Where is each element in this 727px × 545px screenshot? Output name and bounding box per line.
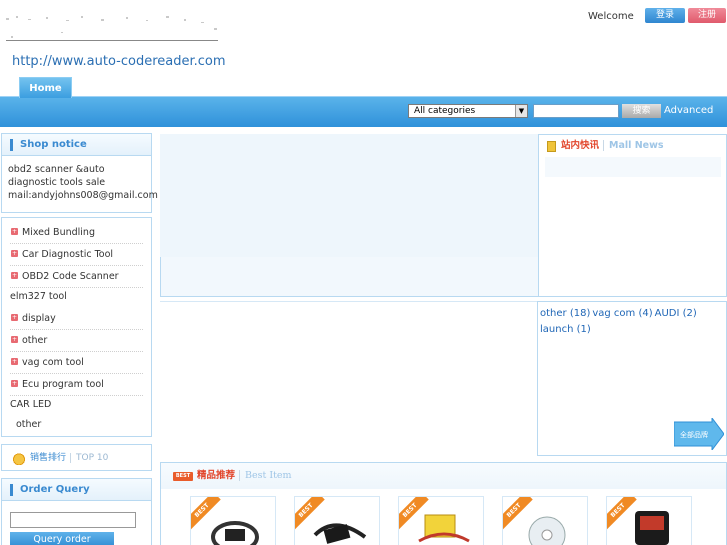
logo-divider [6, 40, 218, 41]
notice-line: diagnostic tools sale [8, 177, 106, 188]
chevron-down-icon[interactable]: ▼ [515, 105, 527, 117]
login-button[interactable]: 登录 [645, 8, 685, 23]
ranking-panel: 销售排行 TOP 10 [1, 444, 152, 471]
product-card[interactable]: BEST [606, 496, 692, 545]
order-query-input[interactable] [10, 512, 136, 528]
category-item[interactable]: + Car Diagnostic Tool [10, 244, 143, 266]
order-query-panel: Order Query Query order [1, 478, 152, 545]
brand-link[interactable]: AUDI (2) [655, 308, 697, 319]
query-order-button[interactable]: Query order [10, 532, 114, 545]
advanced-search-link[interactable]: Advanced [664, 105, 713, 116]
category-item[interactable]: + other [10, 330, 143, 352]
tab-home[interactable]: Home [19, 77, 72, 98]
category-item[interactable]: + Ecu program tool [10, 374, 143, 396]
category-item[interactable]: + OBD2 Code Scanner [10, 266, 143, 288]
notice-line: mail:andyjohns008@gmail.com [8, 190, 158, 201]
category-panel: + Mixed Bundling + Car Diagnostic Tool + OB… [1, 217, 152, 437]
shop-notice-panel: Shop notice obd2 scanner &auto diagnosti… [1, 133, 158, 213]
search-button[interactable]: 搜索 [622, 104, 661, 118]
best-tag-icon: BEST [173, 472, 193, 481]
category-item[interactable]: elm327 tool [10, 288, 143, 308]
plus-icon: + [11, 272, 18, 279]
ranking-header: 销售排行 TOP 10 [2, 445, 151, 471]
medal-icon [13, 451, 25, 465]
plus-icon: + [11, 380, 18, 387]
ranking-title: 销售排行 [30, 453, 67, 463]
all-brands-button[interactable]: 全部品牌 [674, 418, 724, 450]
brand-link[interactable]: launch (1) [540, 324, 591, 335]
brand-link[interactable]: other (18) [540, 308, 590, 319]
banner-image [160, 134, 539, 257]
product-card[interactable]: BEST [294, 496, 380, 545]
all-brands-label: 全部品牌 [680, 430, 708, 439]
best-item-title-en: Best Item [239, 470, 292, 481]
search-input[interactable] [533, 104, 619, 118]
product-card[interactable]: BEST [398, 496, 484, 545]
mall-news-header: 站内快讯 Mall News [539, 135, 726, 157]
product-card[interactable]: BEST [502, 496, 588, 545]
category-subitem[interactable]: other [10, 416, 143, 436]
mall-news-content [545, 157, 721, 177]
promo-area [160, 301, 537, 455]
welcome-text: Welcome [588, 11, 634, 22]
category-item[interactable]: + Mixed Bundling [10, 222, 143, 244]
plus-icon: + [11, 314, 18, 321]
category-select-value: All categories [414, 106, 476, 116]
category-item[interactable]: + vag com tool [10, 352, 143, 374]
best-item-header: BEST 精品推荐 Best Item [161, 463, 726, 489]
shop-notice-text: obd2 scanner &auto diagnostic tools sale… [2, 156, 158, 209]
plus-icon: + [11, 358, 18, 365]
category-item[interactable]: + display [10, 308, 143, 330]
plus-icon: + [11, 336, 18, 343]
best-item-title-cn: 精品推荐 [197, 470, 236, 481]
product-card[interactable]: BEST [190, 496, 276, 545]
mall-news-title-en: Mall News [603, 140, 664, 151]
site-url[interactable]: http://www.auto-codereader.com [12, 54, 226, 69]
register-button[interactable]: 注册 [688, 8, 726, 23]
ranking-subtitle: TOP 10 [70, 453, 109, 463]
shop-notice-title: Shop notice [2, 134, 151, 156]
category-list: + Mixed Bundling + Car Diagnostic Tool + OB… [2, 218, 151, 436]
order-query-title: Order Query [2, 479, 151, 501]
mall-news-title-cn: 站内快讯 [561, 140, 600, 151]
brand-link[interactable]: vag com (4) [592, 308, 652, 319]
plus-icon: + [11, 250, 18, 257]
category-item[interactable]: CAR LED [10, 396, 143, 416]
category-select[interactable]: All categories ▼ [408, 104, 528, 118]
notepad-icon [547, 141, 556, 152]
mall-news-panel: 站内快讯 Mall News [538, 134, 727, 297]
notice-line: obd2 scanner &auto [8, 164, 105, 175]
plus-icon: + [11, 228, 18, 235]
